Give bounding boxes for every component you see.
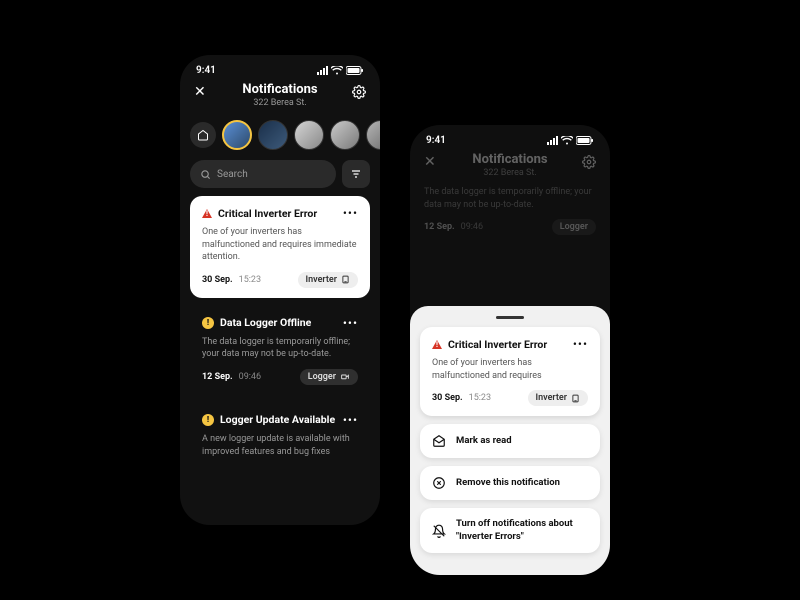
action-mark-read[interactable]: Mark as read xyxy=(420,424,600,458)
remove-circle-icon xyxy=(432,476,446,490)
phone-action-sheet: 9:41 ✕ Notifications 322 Berea St. The d… xyxy=(410,125,610,575)
property-thumbnails xyxy=(180,114,380,156)
gear-icon xyxy=(352,85,366,99)
logger-icon xyxy=(340,372,350,381)
notification-time: 09:46 xyxy=(461,222,483,232)
notification-time: 15:23 xyxy=(469,393,491,403)
cellular-icon xyxy=(317,66,328,75)
notification-card[interactable]: Critical Inverter Error ••• One of your … xyxy=(190,196,370,298)
page-subtitle: 322 Berea St. xyxy=(410,168,610,178)
status-bar: 9:41 xyxy=(410,125,610,150)
filter-icon xyxy=(350,168,362,180)
envelope-open-icon xyxy=(432,434,446,448)
search-placeholder: Search xyxy=(217,169,248,180)
notification-body: One of your inverters has malfunctioned … xyxy=(432,357,588,382)
bell-off-icon xyxy=(432,524,446,538)
property-thumb[interactable] xyxy=(294,120,324,150)
action-turn-off[interactable]: Turn off notifications about "Inverter E… xyxy=(420,508,600,553)
gear-icon xyxy=(582,155,596,169)
notification-date: 30 Sep. xyxy=(202,275,233,285)
property-thumb[interactable] xyxy=(258,120,288,150)
battery-icon xyxy=(346,66,364,75)
status-bar: 9:41 xyxy=(180,55,380,80)
battery-icon xyxy=(576,136,594,145)
wifi-icon xyxy=(561,136,573,145)
action-label: Mark as read xyxy=(456,435,512,447)
search-input[interactable]: Search xyxy=(190,160,336,188)
page-header: ✕ Notifications 322 Berea St. xyxy=(410,150,610,184)
category-chip[interactable]: Inverter xyxy=(298,272,358,288)
notification-date: 12 Sep. xyxy=(202,372,233,382)
notification-body: One of your inverters has malfunctioned … xyxy=(202,226,358,264)
notification-title: Data Logger Offline xyxy=(220,316,337,329)
critical-icon xyxy=(202,209,212,218)
notification-date: 12 Sep. xyxy=(424,222,455,232)
action-remove[interactable]: Remove this notification xyxy=(420,466,600,500)
close-icon[interactable]: ✕ xyxy=(424,154,436,170)
notification-body: The data logger is temporarily offline; … xyxy=(202,336,358,361)
notification-time: 09:46 xyxy=(239,372,261,382)
device-icon xyxy=(571,394,580,403)
dim-preview-body: The data logger is temporarily offline; … xyxy=(410,184,610,213)
notification-card[interactable]: ! Data Logger Offline ••• The data logge… xyxy=(190,306,370,395)
notification-card: Critical Inverter Error ••• One of your … xyxy=(420,327,600,416)
cellular-icon xyxy=(547,136,558,145)
page-title: Notifications xyxy=(180,82,380,97)
notification-body: A new logger update is available with im… xyxy=(202,433,358,458)
property-thumb[interactable] xyxy=(222,120,252,150)
home-icon xyxy=(197,129,209,141)
page-title: Notifications xyxy=(410,152,610,167)
warning-icon: ! xyxy=(202,414,214,426)
category-chip[interactable]: Logger xyxy=(300,369,358,385)
notification-date: 30 Sep. xyxy=(432,393,463,403)
notification-time: 15:23 xyxy=(239,275,261,285)
filter-button[interactable] xyxy=(342,160,370,188)
status-time: 9:41 xyxy=(196,65,216,76)
property-thumb[interactable] xyxy=(366,120,380,150)
action-label: Turn off notifications about "Inverter E… xyxy=(456,518,588,543)
action-label: Remove this notification xyxy=(456,477,560,489)
settings-button[interactable] xyxy=(582,155,596,169)
notification-title: Logger Update Available xyxy=(220,413,337,426)
more-button[interactable]: ••• xyxy=(343,413,358,427)
action-sheet: Critical Inverter Error ••• One of your … xyxy=(410,306,610,575)
wifi-icon xyxy=(331,66,343,75)
settings-button[interactable] xyxy=(352,85,366,99)
home-button[interactable] xyxy=(190,122,216,148)
search-icon xyxy=(200,169,211,180)
status-time: 9:41 xyxy=(426,135,446,146)
status-icons xyxy=(547,136,594,145)
device-icon xyxy=(341,275,350,284)
more-button[interactable]: ••• xyxy=(343,316,358,330)
sheet-grabber[interactable] xyxy=(496,316,524,319)
notification-card[interactable]: ! Logger Update Available ••• A new logg… xyxy=(190,403,370,468)
notification-title: Critical Inverter Error xyxy=(218,207,337,220)
search-row: Search xyxy=(180,156,380,196)
phone-notifications-list: 9:41 ✕ Notifications 322 Berea St. Searc… xyxy=(180,55,380,525)
page-header: ✕ Notifications 322 Berea St. xyxy=(180,80,380,114)
property-thumb[interactable] xyxy=(330,120,360,150)
category-chip: Logger xyxy=(552,219,596,235)
warning-icon: ! xyxy=(202,317,214,329)
close-icon[interactable]: ✕ xyxy=(194,84,206,100)
status-icons xyxy=(317,66,364,75)
category-chip: Inverter xyxy=(528,390,588,406)
more-button[interactable]: ••• xyxy=(343,206,358,220)
notification-title: Critical Inverter Error xyxy=(448,338,567,351)
page-subtitle: 322 Berea St. xyxy=(180,98,380,108)
more-button[interactable]: ••• xyxy=(573,337,588,351)
critical-icon xyxy=(432,340,442,349)
